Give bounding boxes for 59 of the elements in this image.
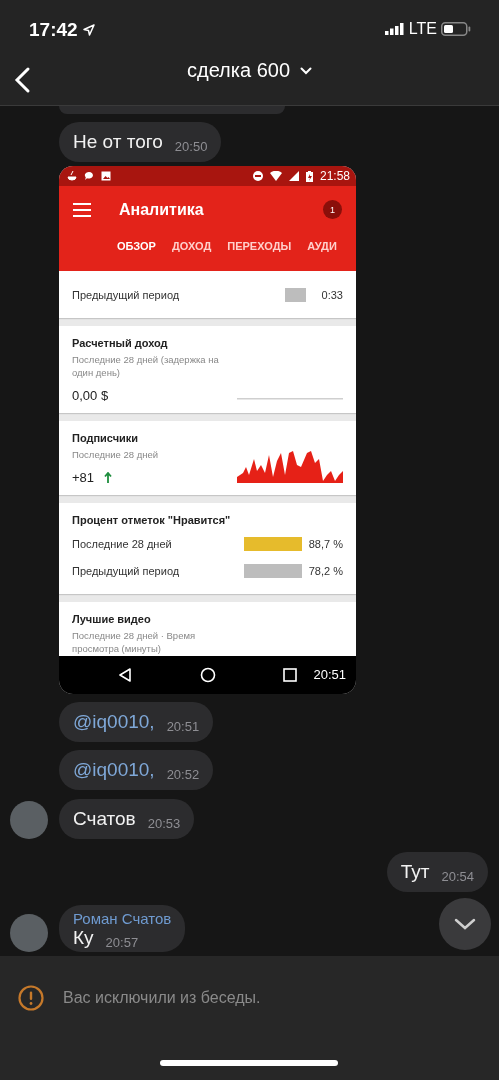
tab[interactable]: ПЕРЕХОДЫ (227, 240, 292, 252)
android-clock-time: 21:58 (319, 169, 350, 183)
card-title: Процент отметок "Нравится" (72, 514, 232, 526)
metric-value: 0,00 $ (72, 388, 109, 403)
sender-name[interactable]: Роман Счатов (73, 905, 172, 927)
message-time: 20:50 (174, 139, 208, 154)
tab[interactable]: АУДИ (307, 240, 337, 252)
network-label: LTE (408, 20, 437, 38)
scroll-down-button[interactable] (439, 898, 491, 950)
signal-icon (384, 23, 405, 35)
card-title: Подписчики (72, 432, 140, 444)
metric-value: +81 (72, 470, 95, 485)
card-subtitle: Последние 28 дней · Время просмотра (минуты) (72, 629, 197, 655)
message-text: Ку (73, 927, 94, 949)
message-text: Не от того (73, 131, 163, 153)
back-nav-button[interactable] (118, 668, 132, 685)
image-icon (101, 171, 111, 181)
notification-icon (67, 171, 77, 181)
menu-button[interactable] (73, 202, 91, 217)
card-subtitle: Последние 28 дней (72, 448, 160, 461)
tab[interactable]: ОБЗОР (117, 240, 156, 252)
notice-text: Вас исключили из беседы. (63, 989, 261, 1007)
chat-bubble-icon (84, 171, 94, 181)
avatar-placeholder[interactable] (10, 914, 48, 952)
row-value: 78,2 % (308, 564, 343, 577)
message-text: Счатов (73, 808, 136, 830)
recents-nav-button[interactable] (283, 668, 297, 685)
row-label: Предыдущий период (72, 564, 181, 577)
card-subtitle: Последние 28 дней (задержка на один день) (72, 353, 220, 379)
message-time: 20:52 (166, 767, 200, 782)
message-time: 20:54 (441, 869, 474, 884)
cellular-signal-icon (288, 171, 299, 181)
notification-badge[interactable]: 1 (323, 200, 342, 219)
avatar-placeholder[interactable] (10, 801, 48, 839)
card-title: Лучшие видео (72, 613, 152, 625)
row-value: 88,7 % (308, 537, 343, 550)
do-not-disturb-icon (252, 171, 263, 181)
location-arrow-icon (82, 24, 95, 36)
mention-link[interactable]: @iq0010, (73, 711, 155, 733)
message-time: 20:51 (313, 667, 346, 682)
battery-charging-icon (305, 170, 313, 182)
row-label: Последние 28 дней (72, 537, 173, 550)
tab[interactable]: ДОХОД (171, 240, 212, 252)
row-value: 0:33 (320, 288, 343, 301)
battery-icon (441, 22, 471, 36)
message-time: 20:53 (147, 816, 181, 831)
app-title: Аналитика (119, 200, 205, 219)
mention-link[interactable]: @iq0010, (73, 759, 155, 781)
wifi-icon (269, 171, 282, 181)
message-time: 20:51 (166, 719, 200, 734)
message-text: Тут (400, 861, 430, 883)
chat-title[interactable]: сделка 600 (186, 59, 290, 82)
warning-icon (18, 985, 44, 1011)
message-time: 20:57 (105, 935, 139, 950)
row-label: Предыдущий период (72, 288, 181, 301)
clock-time: 17:42 (29, 19, 78, 41)
chevron-down-icon[interactable] (454, 918, 476, 930)
back-button[interactable] (12, 66, 32, 94)
card-title: Расчетный доход (72, 337, 169, 349)
